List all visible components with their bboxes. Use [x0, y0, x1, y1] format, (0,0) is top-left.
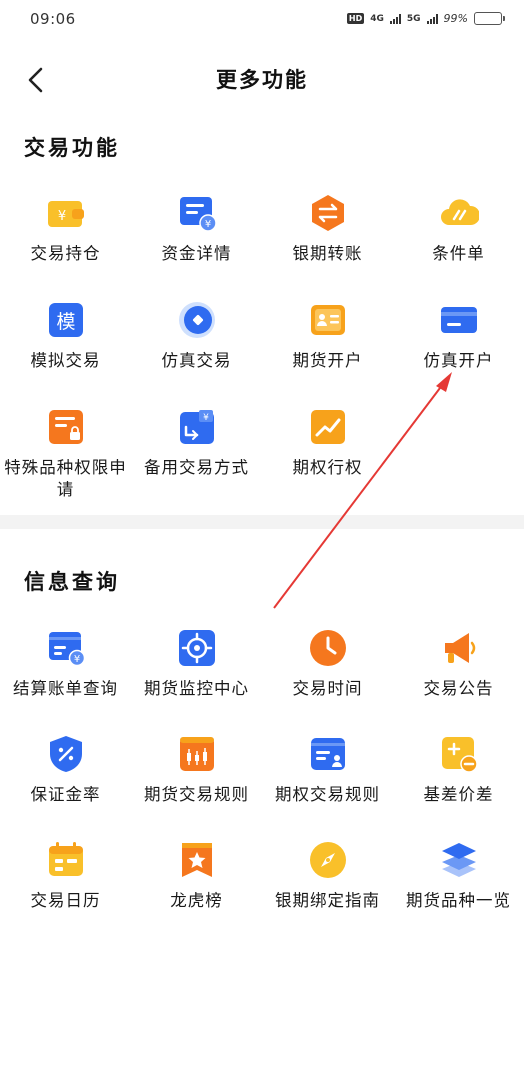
- section-title-info: 信息查询: [24, 570, 120, 594]
- transfer-icon: [311, 195, 344, 231]
- megaphone-icon: [444, 633, 475, 663]
- id-card-icon: [310, 305, 345, 335]
- lock-doc-icon: [48, 410, 83, 444]
- grid-item-label: 交易公告: [423, 679, 494, 698]
- network-4g-label: 4G: [370, 13, 384, 24]
- grid-item-monitor-center[interactable]: 期货监控中心: [131, 628, 262, 700]
- svg-text:¥: ¥: [57, 209, 65, 224]
- nav-bar: 更多功能: [0, 44, 524, 114]
- grid-item-fund-detail[interactable]: ¥ 资金详情: [131, 193, 262, 265]
- section-divider: [0, 515, 524, 529]
- grid-item-basis-spread[interactable]: 基差价差: [393, 734, 524, 806]
- rule-card-icon: [310, 738, 345, 770]
- battery-icon: [474, 12, 505, 25]
- svg-text:¥: ¥: [203, 413, 209, 423]
- grid-item-trade-time[interactable]: 交易时间: [262, 628, 393, 700]
- grid-item-margin-rate[interactable]: 保证金率: [0, 734, 131, 806]
- hd-badge: HD: [346, 13, 365, 24]
- grid-item-settlement-bill[interactable]: ¥ 结算账单查询: [0, 628, 131, 700]
- network-5g-label: 5G: [406, 13, 421, 24]
- grid-item-label: 特殊品种权限申请: [4, 458, 127, 499]
- grid-item-label: 基差价差: [423, 785, 494, 804]
- grid-item-label: 结算账单查询: [13, 679, 118, 698]
- bill-icon: ¥: [48, 632, 85, 667]
- clock-icon: [309, 630, 346, 666]
- grid-item-label: 银期转账: [292, 244, 363, 263]
- grid-item-futures-rules[interactable]: 期货交易规则: [131, 734, 262, 806]
- grid-item-binding-guide[interactable]: 银期绑定指南: [262, 840, 393, 912]
- svg-text:模: 模: [56, 311, 75, 333]
- grid-item-sim-trade[interactable]: 仿真交易: [131, 300, 262, 372]
- status-icons: HD 4G 5G 99%: [346, 12, 505, 25]
- section-title-trade: 交易功能: [24, 136, 120, 160]
- grid-item-trade-position[interactable]: ¥ 交易持仓: [0, 193, 131, 265]
- grid-item-label: 交易日历: [30, 891, 101, 910]
- grid-item-label: 仿真交易: [161, 351, 232, 370]
- svg-text:¥: ¥: [204, 219, 210, 230]
- signal-icon: [389, 13, 401, 24]
- grid-item-label: 期权行权: [292, 458, 363, 477]
- grid-item-futures-varieties[interactable]: 期货品种一览: [393, 840, 524, 912]
- status-bar: 09:06 HD 4G 5G 99%: [0, 0, 524, 44]
- card-icon: [440, 307, 477, 333]
- grid-item-label: 银期绑定指南: [275, 891, 380, 910]
- grid-item-label: 期货监控中心: [144, 679, 249, 698]
- grid-item-futures-account[interactable]: 期货开户: [262, 300, 393, 372]
- shield-percent-icon: [49, 736, 82, 772]
- grid-item-simulate-trade[interactable]: 模 模拟交易: [0, 300, 131, 372]
- grid-item-label: 期货开户: [292, 351, 363, 370]
- grid-item-backup-trade[interactable]: ¥ 备用交易方式: [131, 407, 262, 479]
- grid-item-label: 仿真开户: [423, 351, 494, 370]
- compass-icon: [309, 842, 346, 878]
- grid-item-label: 期权交易规则: [275, 785, 380, 804]
- battery-percent: 99%: [443, 12, 468, 25]
- grid-item-option-exercise[interactable]: 期权行权: [262, 407, 393, 479]
- status-time: 09:06: [30, 10, 76, 28]
- fund-detail-icon: ¥: [179, 197, 217, 232]
- target-icon: [178, 630, 215, 666]
- grid-item-announcement[interactable]: 交易公告: [393, 628, 524, 700]
- cloud-condition-icon: [440, 199, 479, 225]
- candlestick-doc-icon: [179, 737, 214, 771]
- circle-diamond-icon: [178, 302, 215, 338]
- grid-item-trade-calendar[interactable]: 交易日历: [0, 840, 131, 912]
- wallet-yuan-icon: ¥: [47, 201, 84, 227]
- grid-item-sim-account[interactable]: 仿真开户: [393, 300, 524, 372]
- simulate-icon: 模: [48, 303, 83, 337]
- layers-icon: [441, 843, 476, 877]
- calendar-icon: [48, 842, 83, 876]
- grid-item-label: 交易时间: [292, 679, 363, 698]
- grid-item-label: 期货交易规则: [144, 785, 249, 804]
- plus-minus-icon: [441, 737, 478, 773]
- grid-item-label: 期货品种一览: [406, 891, 511, 910]
- grid-item-label: 龙虎榜: [170, 891, 223, 910]
- grid-item-bank-transfer[interactable]: 银期转账: [262, 193, 393, 265]
- signal-icon: [426, 13, 438, 24]
- trend-up-icon: [310, 410, 345, 444]
- backup-trade-icon: ¥: [179, 410, 214, 444]
- grid-item-label: 模拟交易: [30, 351, 101, 370]
- grid-item-condition-order[interactable]: 条件单: [393, 193, 524, 265]
- grid-item-special-permission[interactable]: 特殊品种权限申请: [0, 407, 131, 501]
- grid-item-dragon-tiger[interactable]: 龙虎榜: [131, 840, 262, 912]
- grid-item-label: 交易持仓: [30, 244, 101, 263]
- annotation-arrow: [273, 372, 452, 609]
- svg-text:¥: ¥: [73, 654, 79, 665]
- star-banner-icon: [181, 843, 212, 877]
- grid-item-label: 备用交易方式: [144, 458, 249, 477]
- grid-item-option-rules[interactable]: 期权交易规则: [262, 734, 393, 806]
- grid-item-label: 条件单: [432, 244, 485, 263]
- page-title: 更多功能: [216, 68, 308, 92]
- grid-item-label: 资金详情: [161, 244, 232, 263]
- grid-item-label: 保证金率: [30, 785, 101, 804]
